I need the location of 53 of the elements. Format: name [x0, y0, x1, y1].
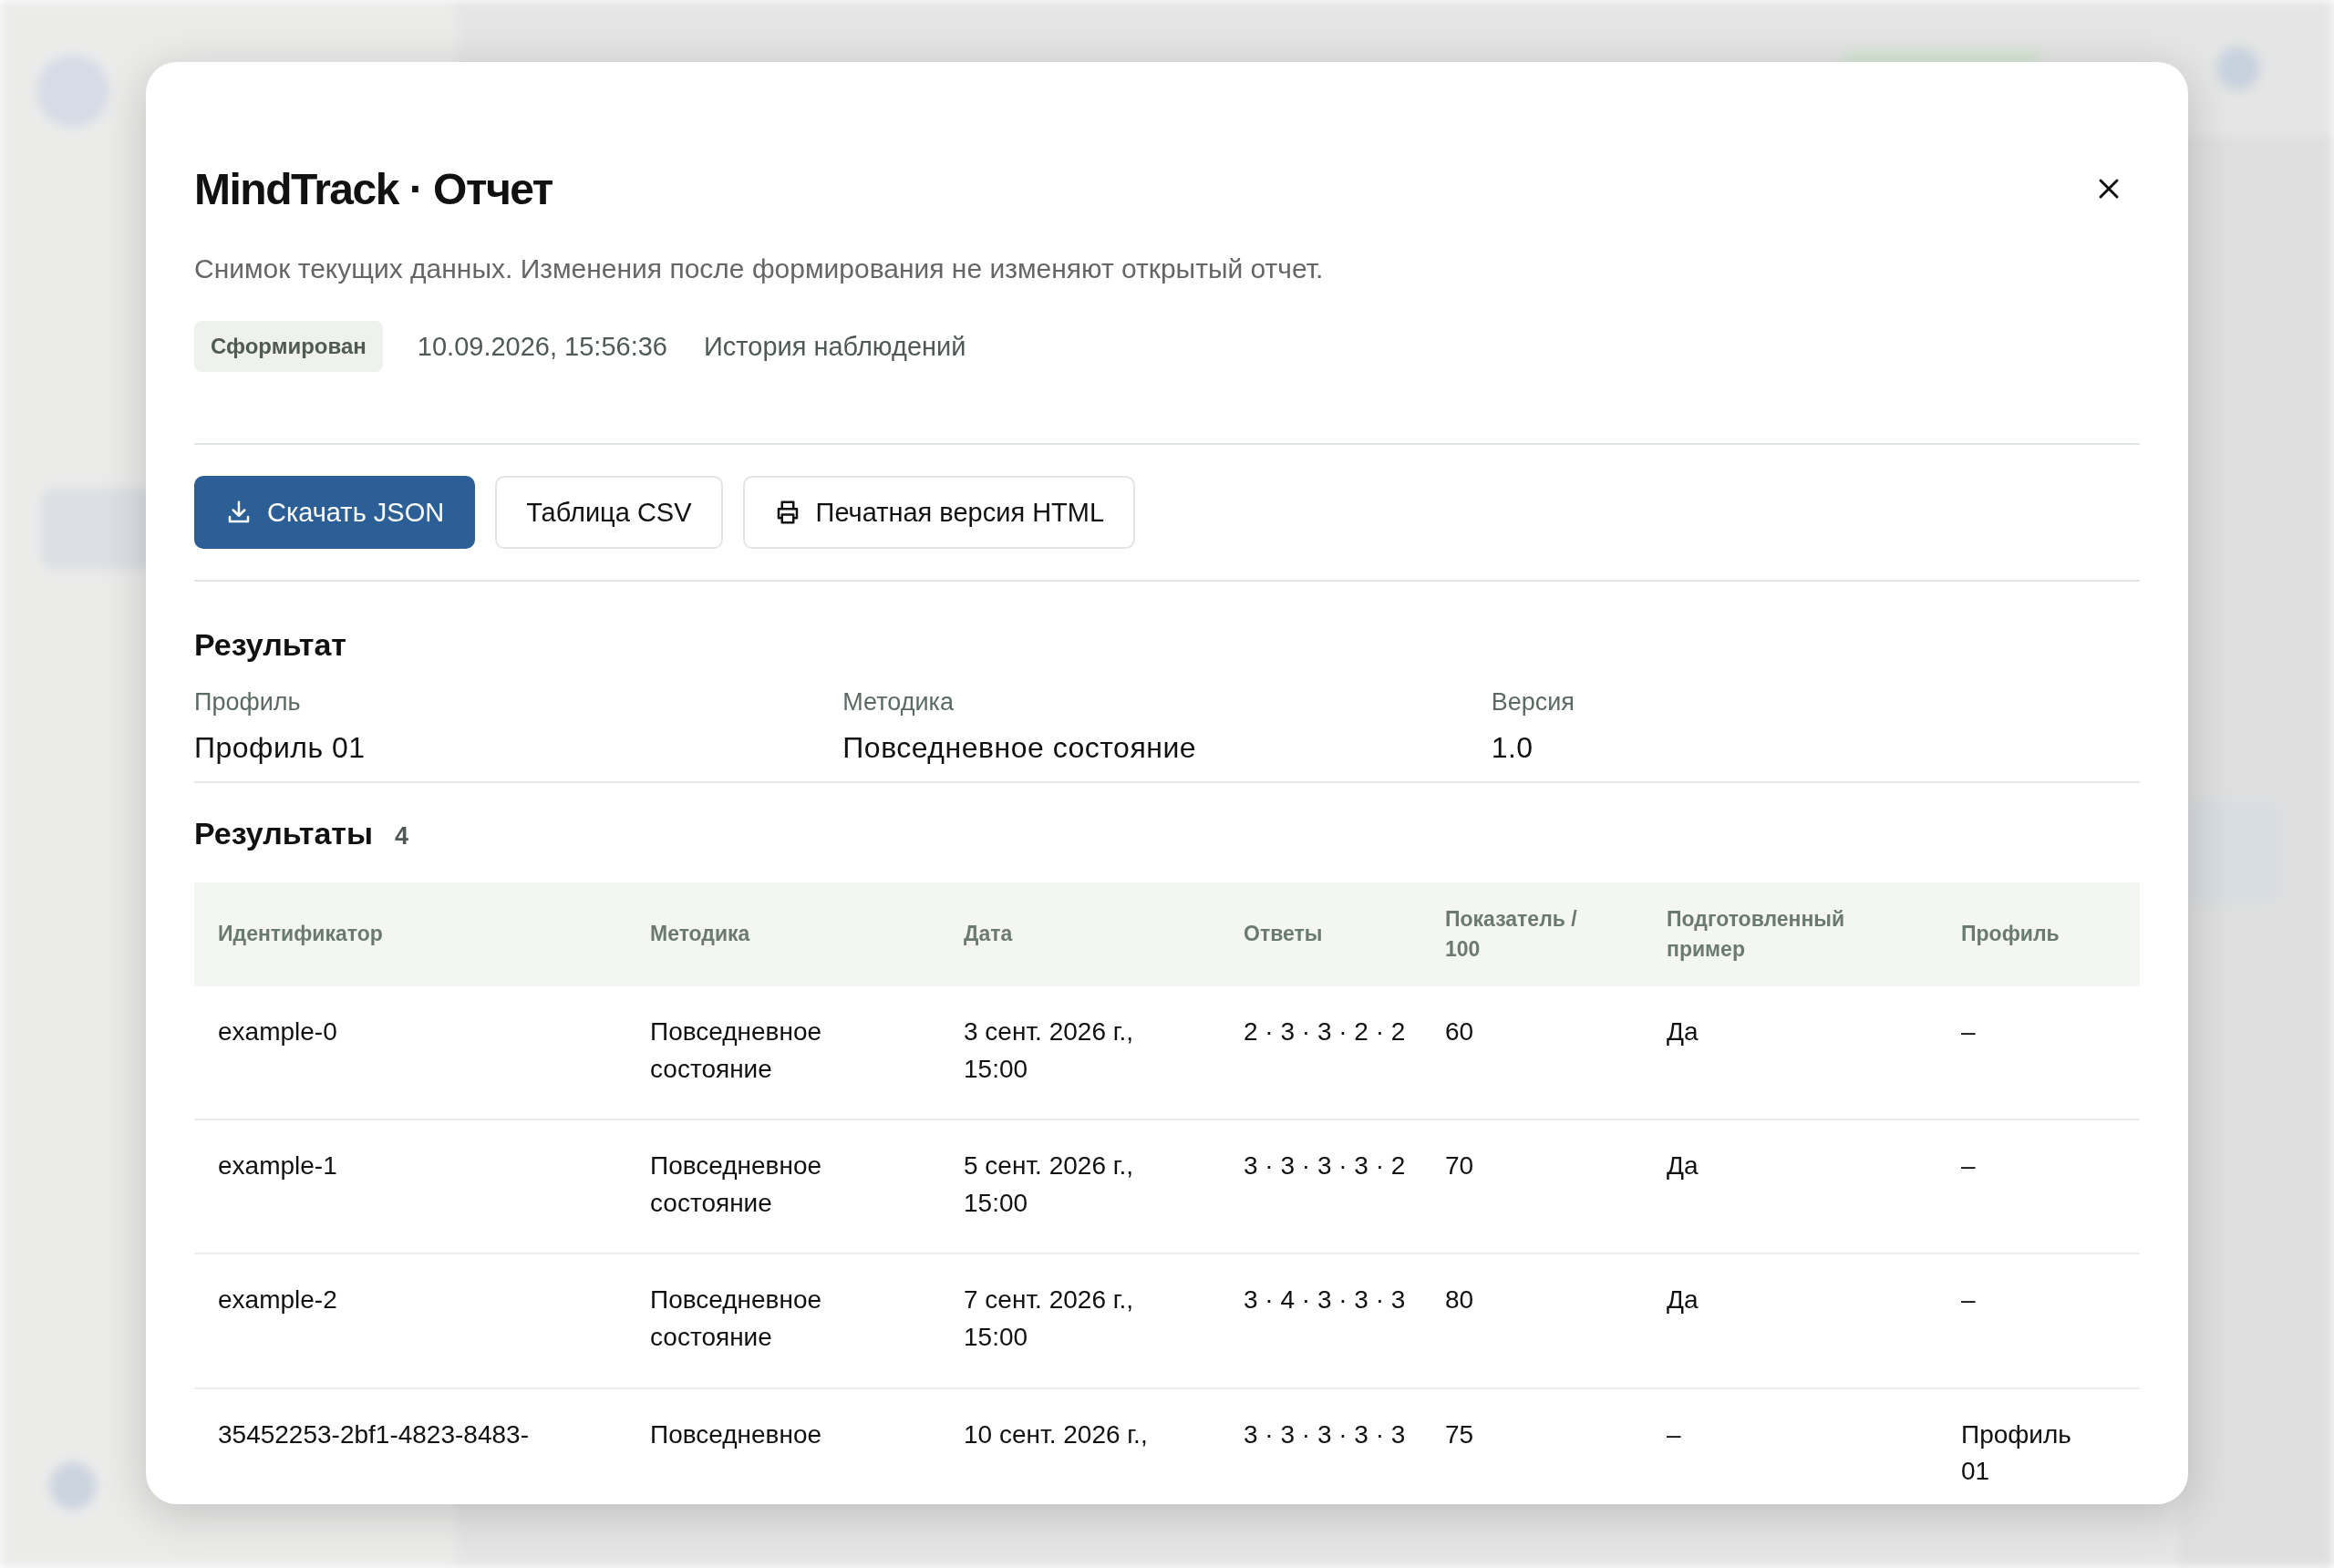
- table-cell: 3 · 4 · 3 · 3 · 3: [1244, 1285, 1406, 1315]
- close-icon[interactable]: [2098, 178, 2120, 200]
- table-cell: Повседневное состояние: [650, 1017, 822, 1083]
- table-cell: 60: [1445, 1017, 1474, 1046]
- column-header: Идентификатор: [194, 882, 626, 986]
- column-header: Дата: [940, 882, 1220, 986]
- download-button[interactable]: Скачать JSON: [194, 476, 476, 549]
- table-cell: Да: [1667, 1151, 1699, 1181]
- table-cell: 80: [1445, 1285, 1474, 1315]
- column-header: Показатель / 100: [1421, 882, 1643, 986]
- field-label: Версия: [1491, 688, 1575, 717]
- section-title: Результат: [194, 627, 347, 663]
- table-cell: Да: [1667, 1285, 1699, 1315]
- table-cell: 7 сент. 2026 г., 15:00: [964, 1285, 1134, 1351]
- export-button[interactable]: Таблица CSV: [495, 476, 723, 549]
- table-cell: 5 сент. 2026 г., 15:00: [964, 1151, 1134, 1217]
- column-header: Подготовленный пример: [1643, 882, 1937, 986]
- table-cell: example-0: [218, 1017, 337, 1046]
- table-cell: –: [1667, 1419, 1681, 1449]
- table-cell: Повседневное состояние: [650, 1285, 822, 1351]
- table-cell: 3 · 3 · 3 · 3 · 3: [1244, 1419, 1406, 1449]
- table-cell: 70: [1445, 1151, 1474, 1181]
- table-cell: –: [1961, 1151, 1976, 1181]
- table-cell: 75: [1445, 1419, 1474, 1449]
- table-cell: 2 · 3 · 3 · 2 · 2: [1244, 1017, 1406, 1046]
- results-count: 4: [395, 822, 409, 851]
- field-value: Повседневное состояние: [842, 731, 1198, 765]
- field-value: 1.0: [1491, 731, 1534, 765]
- column-header: Методика: [626, 882, 940, 986]
- table-cell: example-2: [218, 1285, 337, 1315]
- table-cell: –: [1961, 1017, 1976, 1046]
- table-cell: 3 · 3 · 3 · 3 · 2: [1244, 1151, 1406, 1181]
- table-cell: 35452253-2bf1-4823-8483-: [218, 1419, 529, 1449]
- section-title: Результаты: [194, 816, 373, 851]
- column-header: Профиль: [1937, 882, 2140, 986]
- table-cell: Профиль 01: [1961, 1419, 2071, 1486]
- field-label: Профиль: [194, 688, 302, 717]
- status-badge: Сформирован: [194, 321, 383, 372]
- table-cell: 10 сент. 2026 г.,: [964, 1419, 1148, 1449]
- dialog-title: MindTrack · Отчет: [194, 163, 553, 214]
- table-cell: –: [1961, 1285, 1976, 1315]
- print-button[interactable]: Печатная версия HTML: [742, 476, 1136, 549]
- table-cell: Повседневное состояние: [650, 1151, 822, 1217]
- report-source: История наблюдений: [703, 331, 966, 362]
- field-label: Методика: [842, 688, 955, 717]
- field-value: Профиль 01: [194, 731, 367, 765]
- table-cell: Повседневное: [650, 1419, 822, 1449]
- table-cell: Да: [1667, 1017, 1699, 1046]
- column-header: Ответы: [1220, 882, 1421, 986]
- table-cell: example-1: [218, 1151, 337, 1181]
- table-cell: 3 сент. 2026 г., 15:00: [964, 1017, 1134, 1083]
- report-description: Снимок текущих данных. Изменения после формирования не изменяют открытый отчет.: [194, 253, 1325, 284]
- report-timestamp: 10.09.2026, 15:56:36: [417, 331, 667, 362]
